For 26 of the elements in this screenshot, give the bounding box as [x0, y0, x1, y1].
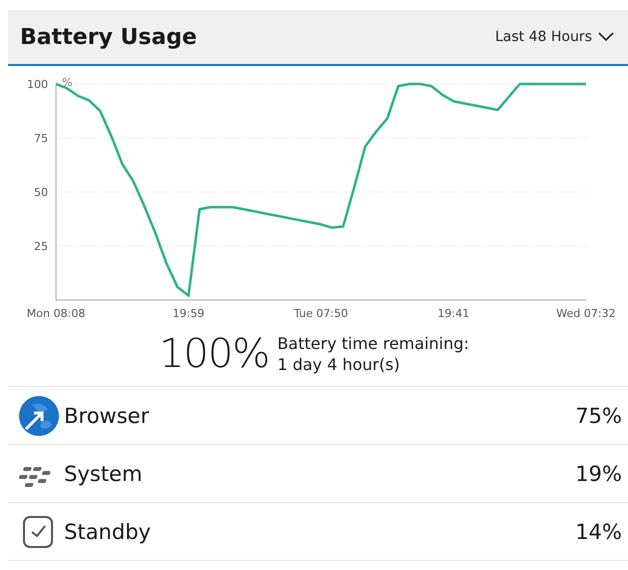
y-tick-label: 25 [34, 240, 48, 253]
y-tick-label: 50 [34, 186, 48, 199]
app-share: 19% [575, 462, 622, 486]
x-tick-label: Mon 08:08 [26, 307, 86, 320]
app-share: 75% [575, 404, 622, 428]
remaining-time: 1 day 4 hour(s) [277, 354, 401, 375]
app-row[interactable]: Standby 14% [8, 503, 628, 561]
globe-icon [18, 394, 60, 436]
app-name: Standby [64, 520, 152, 544]
chevron-down-icon [598, 32, 614, 42]
y-tick-label: 75 [34, 132, 48, 145]
x-tick-label: Wed 07:32 [556, 307, 616, 320]
app-share: 14% [575, 520, 622, 544]
y-axis-unit: % [62, 76, 72, 89]
x-tick-label: Tue 07:50 [294, 307, 348, 320]
x-tick-label: 19:41 [438, 307, 470, 320]
page-title: Battery Usage [20, 24, 197, 50]
y-tick-label: 100 [27, 78, 48, 91]
x-tick-label: 19:59 [172, 307, 204, 320]
range-dropdown[interactable]: Last 48 Hours [493, 27, 616, 47]
battery-percent: 100% [158, 331, 270, 377]
app-name: System [64, 462, 144, 486]
app-row[interactable]: System 19% [8, 445, 628, 503]
app-row[interactable]: Browser 75% [8, 387, 628, 445]
app-name: Browser [64, 404, 150, 428]
remaining-label: Battery time remaining: [277, 333, 470, 354]
